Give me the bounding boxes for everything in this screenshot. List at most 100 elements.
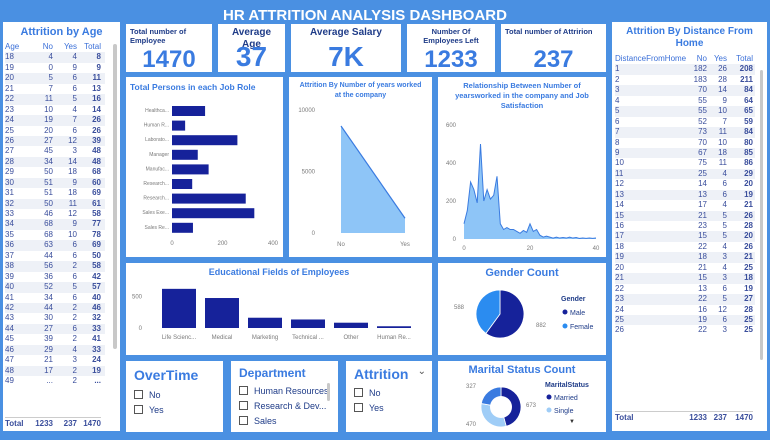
age-table-row[interactable]: 36 63 6 69 — [5, 240, 105, 251]
age-table-cell: 23 — [5, 104, 14, 114]
distance-table-scrollbar[interactable] — [760, 70, 763, 360]
distance-table-row[interactable]: 12 14 6 20 — [615, 179, 755, 189]
job-role-x-tick: 0 — [170, 241, 174, 247]
age-table-row[interactable]: 21 7 6 13 — [5, 84, 105, 94]
age-total-cell: 1470 — [83, 419, 101, 428]
checkbox[interactable] — [134, 405, 143, 414]
age-table-row[interactable]: 23 10 4 14 — [5, 105, 105, 115]
distance-column-header[interactable]: Yes — [707, 54, 727, 64]
department-option-sales[interactable]: Sales — [239, 413, 330, 428]
age-table-cell: 35 — [5, 229, 14, 239]
age-table-row[interactable]: 39 36 6 42 — [5, 272, 105, 282]
age-table-row[interactable]: 19 0 9 9 — [5, 63, 105, 73]
legend-scroll-down-icon[interactable]: ▼ — [569, 419, 575, 425]
age-column-header[interactable]: Age — [5, 42, 29, 52]
age-table-row[interactable]: 18 4 4 8 — [5, 52, 105, 63]
age-table-row[interactable]: 48 17 2 19 — [5, 365, 105, 376]
gender-legend-swatch — [562, 323, 568, 329]
age-table-row[interactable]: 29 50 18 68 — [5, 167, 105, 177]
checkbox[interactable] — [354, 388, 363, 397]
distance-table-row[interactable]: 5 55 10 65 — [615, 106, 755, 117]
distance-table-row[interactable]: 17 15 5 20 — [615, 231, 755, 242]
age-table-row[interactable]: 32 50 11 61 — [5, 198, 105, 209]
distance-table-row[interactable]: 1 182 26 208 — [615, 64, 755, 75]
age-table-row[interactable]: 33 46 12 58 — [5, 209, 105, 219]
distance-table-row[interactable]: 15 21 5 26 — [615, 210, 755, 221]
department-option-rd[interactable]: Research & Dev... — [239, 398, 330, 413]
distance-table-row[interactable]: 3 70 14 84 — [615, 85, 755, 96]
distance-table-row[interactable]: 26 22 3 25 — [615, 325, 755, 335]
age-table-cell: 11 — [44, 94, 53, 104]
chevron-down-icon[interactable]: ⌄ — [418, 366, 426, 377]
age-table-row[interactable]: 26 27 12 39 — [5, 135, 105, 147]
age-table-row[interactable]: 20 5 6 11 — [5, 73, 105, 84]
department-option-hr[interactable]: Human Resources — [239, 383, 330, 398]
age-table-row[interactable]: 47 21 3 24 — [5, 355, 105, 365]
age-table-row[interactable]: 31 51 18 69 — [5, 188, 105, 198]
distance-table-row[interactable]: 6 52 7 59 — [615, 117, 755, 127]
age-table-cell: 18 — [5, 52, 14, 62]
age-table-scrollbar[interactable] — [113, 44, 117, 349]
distance-table-cell: 59 — [744, 116, 753, 126]
age-table-row[interactable]: 37 44 6 50 — [5, 251, 105, 261]
distance-table-row[interactable]: 24 16 12 28 — [615, 305, 755, 315]
distance-table-row[interactable]: 9 67 18 85 — [615, 147, 755, 159]
age-table-row[interactable]: 46 29 4 33 — [5, 344, 105, 356]
relationship-x-tick: 0 — [462, 246, 466, 252]
checkbox[interactable] — [239, 386, 248, 395]
age-column-header[interactable]: No — [29, 42, 53, 52]
distance-table-row[interactable]: 22 13 6 19 — [615, 284, 755, 294]
age-table-row[interactable]: 44 27 6 33 — [5, 323, 105, 335]
age-table-row[interactable]: 43 30 2 32 — [5, 313, 105, 323]
age-table-row[interactable]: 40 52 5 57 — [5, 282, 105, 293]
checkbox[interactable] — [239, 401, 248, 410]
distance-table-row[interactable]: 10 75 11 86 — [615, 158, 755, 168]
distance-table-row[interactable]: 8 70 10 80 — [615, 138, 755, 148]
age-table-row[interactable]: 30 51 9 60 — [5, 177, 105, 189]
age-column-header[interactable]: Yes — [53, 42, 77, 52]
distance-table-row[interactable]: 4 55 9 64 — [615, 96, 755, 106]
attrition-option-yes[interactable]: Yes — [354, 400, 424, 415]
distance-table-row[interactable]: 18 22 4 26 — [615, 242, 755, 252]
age-table-row[interactable]: 49... 2... — [5, 376, 105, 386]
distance-table-row[interactable]: 2 183 28 211 — [615, 75, 755, 85]
distance-table-row[interactable]: 7 73 11 84 — [615, 127, 755, 138]
checkbox[interactable] — [354, 403, 363, 412]
age-table-cell: 68 — [44, 219, 53, 229]
age-table-row[interactable]: 25 20 6 26 — [5, 126, 105, 136]
job-role-bar — [172, 106, 206, 116]
distance-table-row[interactable]: 19 18 3 21 — [615, 252, 755, 263]
distance-table-row[interactable]: 13 13 6 19 — [615, 189, 755, 201]
distance-table-cell: 6 — [722, 189, 727, 199]
distance-column-header[interactable]: Total — [727, 54, 753, 64]
attrition-option-no[interactable]: No — [354, 385, 424, 400]
overtime-option-yes[interactable]: Yes — [134, 402, 215, 417]
checkbox[interactable] — [239, 416, 248, 425]
distance-column-header[interactable]: DistanceFromHome — [615, 54, 686, 64]
distance-table-row[interactable]: 16 23 5 28 — [615, 221, 755, 231]
age-table-row[interactable]: 22 11 5 16 — [5, 94, 105, 105]
department-slicer-scrollbar[interactable] — [327, 383, 330, 401]
checkbox[interactable] — [134, 390, 143, 399]
distance-table-row[interactable]: 20 21 4 25 — [615, 263, 755, 273]
age-column-header[interactable]: Total — [77, 42, 101, 52]
distance-table-cell: 20 — [744, 231, 753, 241]
distance-table-row[interactable]: 11 25 4 29 — [615, 168, 755, 180]
age-table-row[interactable]: 34 68 9 77 — [5, 219, 105, 230]
age-table-row[interactable]: 24 19 7 26 — [5, 115, 105, 126]
distance-column-header[interactable]: No — [683, 54, 707, 64]
distance-table-row[interactable]: 14 17 4 21 — [615, 200, 755, 210]
age-table-row[interactable]: 28 34 14 48 — [5, 156, 105, 168]
age-table-row[interactable]: 42 44 2 46 — [5, 302, 105, 314]
distance-table-row[interactable]: 21 15 3 18 — [615, 273, 755, 284]
age-table-row[interactable]: 45 39 2 41 — [5, 334, 105, 344]
age-table-row[interactable]: 27 45 3 48 — [5, 146, 105, 156]
distance-table-row[interactable]: 25 19 6 25 — [615, 314, 755, 326]
age-table-row[interactable]: 41 34 6 40 — [5, 293, 105, 303]
distance-table-row[interactable]: 23 22 5 27 — [615, 294, 755, 305]
page-scrollbar[interactable] — [0, 432, 770, 440]
job-role-bar — [172, 208, 255, 219]
age-table-row[interactable]: 35 68 10 78 — [5, 230, 105, 240]
overtime-option-no[interactable]: No — [134, 387, 215, 402]
age-table-row[interactable]: 38 56 2 58 — [5, 261, 105, 272]
